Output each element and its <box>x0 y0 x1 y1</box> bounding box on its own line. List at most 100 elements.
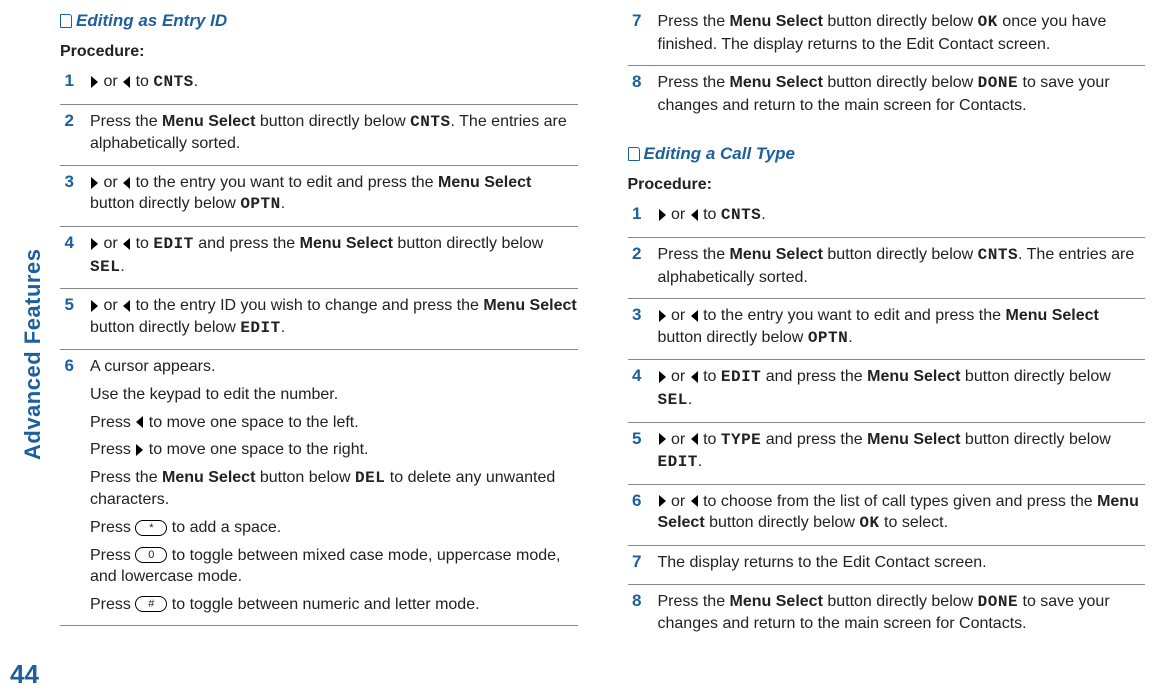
step-number: 1 <box>60 71 74 91</box>
nav-left-icon <box>691 433 698 445</box>
text: button below <box>255 469 355 486</box>
nav-right-icon <box>659 371 666 383</box>
step-number: 7 <box>628 552 642 572</box>
text: to the entry you want to edit and press … <box>131 174 438 191</box>
text: Press the <box>658 74 730 91</box>
text: to <box>699 206 721 223</box>
step-body: or to EDIT and press the Menu Select but… <box>658 366 1146 411</box>
softkey-cnts: CNTS <box>410 113 450 131</box>
nav-right-icon <box>659 433 666 445</box>
menu-select-label: Menu Select <box>730 593 823 610</box>
keypad-hash-icon: # <box>135 596 167 612</box>
text: and press the <box>761 431 867 448</box>
text: . <box>281 319 285 336</box>
step-body: Press the Menu Select button directly be… <box>658 72 1146 116</box>
step-number: 3 <box>628 305 642 325</box>
step-body: or to the entry ID you wish to change an… <box>90 295 578 339</box>
menu-select-label: Menu Select <box>730 246 823 263</box>
menu-select-label: Menu Select <box>438 174 531 191</box>
text: Press the <box>90 113 162 130</box>
text: to move one space to the left. <box>144 414 358 431</box>
section-title-editing-entry-id: Editing as Entry ID <box>60 11 578 31</box>
step: 5 or to the entry ID you wish to change … <box>60 289 578 350</box>
step-body: Press the Menu Select button directly be… <box>658 11 1146 55</box>
step-body: or to CNTS. <box>90 71 578 94</box>
text: or <box>99 73 122 90</box>
text: . <box>698 453 702 470</box>
text: . <box>120 258 124 275</box>
step: 6 A cursor appears. Use the keypad to ed… <box>60 350 578 626</box>
step-body: Press the Menu Select button directly be… <box>658 591 1146 635</box>
step: 4 or to EDIT and press the Menu Select b… <box>60 227 578 289</box>
procedure-label: Procedure: <box>628 176 1146 194</box>
softkey-optn: OPTN <box>808 329 848 347</box>
procedure-label: Procedure: <box>60 43 578 61</box>
text: or <box>99 297 122 314</box>
text: Press <box>90 441 135 458</box>
softkey-optn: OPTN <box>240 195 280 213</box>
softkey-edit: EDIT <box>658 453 698 471</box>
nav-left-icon <box>123 76 130 88</box>
text: or <box>99 174 122 191</box>
step-body: or to the entry you want to edit and pre… <box>90 172 578 216</box>
text: Press <box>90 596 135 613</box>
text: to move one space to the right. <box>144 441 368 458</box>
step-body: or to the entry you want to edit and pre… <box>658 305 1146 349</box>
step-number: 5 <box>628 429 642 449</box>
step: 8 Press the Menu Select button directly … <box>628 585 1146 645</box>
page-number: 44 <box>10 659 39 690</box>
text: to choose from the list of call types gi… <box>699 493 1097 510</box>
step-body: or to CNTS. <box>658 204 1146 227</box>
text: to toggle between numeric and letter mod… <box>167 596 479 613</box>
step-number: 3 <box>60 172 74 192</box>
softkey-edit: EDIT <box>240 319 280 337</box>
nav-left-icon <box>136 416 143 428</box>
step: 1 or to CNTS. <box>628 198 1146 238</box>
step-body: or to choose from the list of call types… <box>658 491 1146 535</box>
text: and press the <box>194 235 300 252</box>
nav-right-icon <box>136 444 143 456</box>
step: 3 or to the entry you want to edit and p… <box>628 299 1146 360</box>
menu-select-label: Menu Select <box>867 368 960 385</box>
text: to <box>699 368 721 385</box>
text: or <box>667 307 690 324</box>
softkey-edit: EDIT <box>153 235 193 253</box>
text: button directly below <box>823 593 978 610</box>
step: 3 or to the entry you want to edit and p… <box>60 166 578 227</box>
menu-select-label: Menu Select <box>162 469 255 486</box>
text: button directly below <box>823 13 978 30</box>
menu-select-label: Menu Select <box>730 13 823 30</box>
step-number: 4 <box>60 233 74 253</box>
softkey-cnts: CNTS <box>153 73 193 91</box>
text: to select. <box>880 514 948 531</box>
step-number: 2 <box>628 244 642 264</box>
keypad-star-icon: * <box>135 520 167 536</box>
text: button directly below <box>823 74 978 91</box>
text: to <box>131 235 153 252</box>
text: Use the keypad to edit the number. <box>90 384 578 406</box>
text: button directly below <box>960 368 1110 385</box>
text: Press the <box>658 593 730 610</box>
sidebar: Advanced Features 44 <box>0 0 52 698</box>
softkey-sel: SEL <box>90 258 120 276</box>
text: to add a space. <box>167 519 281 536</box>
right-column: 7 Press the Menu Select button directly … <box>628 5 1146 688</box>
section-title-editing-call-type: Editing a Call Type <box>628 144 1146 164</box>
nav-left-icon <box>123 177 130 189</box>
text: to the entry ID you wish to change and p… <box>131 297 483 314</box>
menu-select-label: Menu Select <box>300 235 393 252</box>
softkey-ok: OK <box>859 514 879 532</box>
step-number: 6 <box>60 356 74 376</box>
text: Press <box>90 547 135 564</box>
step: 7 Press the Menu Select button directly … <box>628 5 1146 66</box>
text: button directly below <box>90 195 240 212</box>
menu-select-label: Menu Select <box>483 297 576 314</box>
nav-left-icon <box>123 300 130 312</box>
step-number: 8 <box>628 591 642 611</box>
section-title-text: Editing a Call Type <box>644 144 795 164</box>
text: and press the <box>761 368 867 385</box>
section-title-text: Editing as Entry ID <box>76 11 227 31</box>
step: 5 or to TYPE and press the Menu Select b… <box>628 423 1146 485</box>
step: 7 The display returns to the Edit Contac… <box>628 546 1146 585</box>
text: A cursor appears. <box>90 356 578 378</box>
